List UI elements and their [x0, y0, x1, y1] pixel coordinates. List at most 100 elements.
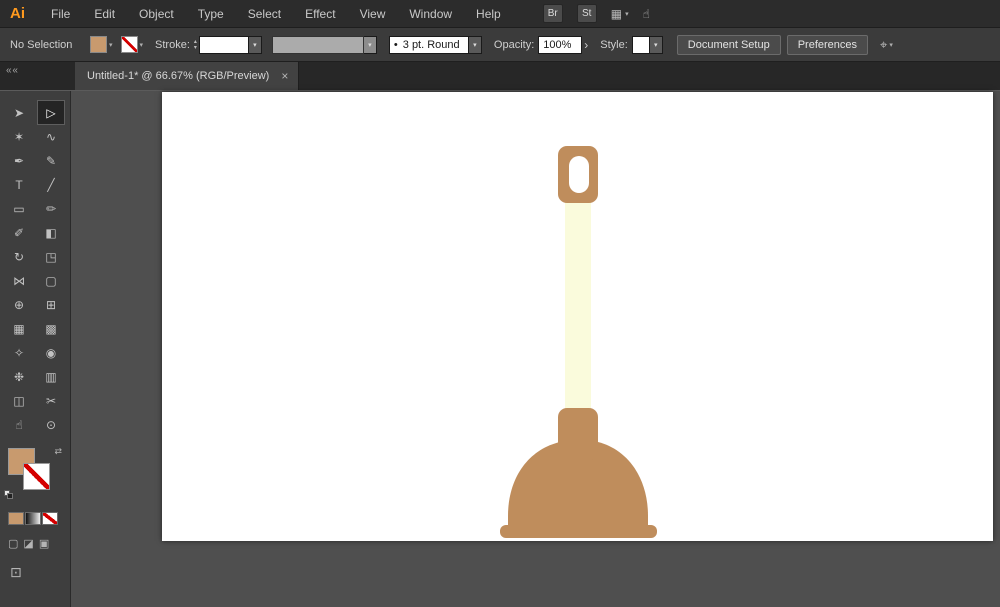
collapse-panel-icon[interactable]: « « — [0, 62, 71, 90]
plunger-handle-hole[interactable] — [569, 156, 589, 193]
tab-close-icon[interactable]: × — [281, 69, 288, 83]
rotate-tool[interactable]: ↻ — [6, 245, 32, 268]
blend-tool[interactable]: ◉ — [38, 341, 64, 364]
opacity-flyout-arrow[interactable]: › — [584, 38, 588, 52]
plunger-artwork[interactable] — [162, 92, 993, 541]
mesh-tool[interactable]: ▦ — [6, 317, 32, 340]
hand-tool[interactable]: ☝ — [6, 413, 32, 436]
paintbrush-tool[interactable]: ✏ — [38, 197, 64, 220]
scale-tool[interactable]: ◳ — [38, 245, 64, 268]
plunger-neck[interactable] — [558, 408, 598, 460]
stroke-weight-input[interactable] — [198, 35, 249, 54]
color-mode-buttons — [8, 512, 70, 525]
rectangle-tool[interactable]: ▭ — [6, 197, 32, 220]
control-bar: No Selection ▾ ▾ Stroke: ▴ ▾ ▾ ▾ • 3 pt.… — [0, 28, 1000, 62]
curvature-tool[interactable]: ✎ — [38, 149, 64, 172]
color-button[interactable] — [8, 512, 24, 525]
touch-workspace-icon[interactable]: ☝ — [643, 7, 650, 21]
eraser-tool[interactable]: ◧ — [38, 221, 64, 244]
plunger-stick[interactable] — [565, 200, 591, 412]
fill-color-control[interactable]: ▾ — [90, 36, 113, 53]
stroke-weight-dropdown[interactable]: ▾ — [248, 35, 262, 54]
bridge-button[interactable]: Br — [542, 4, 563, 23]
menu-item-type[interactable]: Type — [186, 7, 236, 21]
stroke-color-control[interactable]: ▾ — [120, 36, 144, 53]
document-tab[interactable]: Untitled-1* @ 66.67% (RGB/Preview) × — [75, 62, 300, 90]
fill-color-swatch[interactable] — [90, 36, 107, 53]
variable-width-profile-select — [271, 35, 364, 54]
style-label: Style: — [600, 38, 628, 51]
draw-inside-button[interactable]: ▣ — [39, 537, 49, 550]
menu-bar: Ai File Edit Object Type Select Effect View Win… — [0, 0, 1000, 28]
arrange-documents-button[interactable]: ▦ ▾ — [611, 7, 629, 21]
selection-status: No Selection — [10, 38, 73, 51]
free-transform-tool[interactable]: ▢ — [38, 269, 64, 292]
chevron-down-icon[interactable]: ▾ — [889, 41, 893, 49]
preferences-button[interactable]: Preferences — [786, 34, 869, 55]
perspective-grid-tool[interactable]: ⊞ — [38, 293, 64, 316]
none-button[interactable] — [42, 512, 58, 525]
tools-panel: ➤ ▷ ✶ ∿ ✒ ✎ T ╱ ▭ ✏ ✐ ◧ ↻ ◳ ⋈ ▢ ⊕ ⊞ ▦ ▩ ✧ ◉ ❉ ▥ ◫ ✂ ☝ ⊙ ⇄ ▢ ◪ ▣ ⊡ — [0, 91, 71, 607]
lasso-tool[interactable]: ∿ — [38, 125, 64, 148]
line-segment-tool[interactable]: ╱ — [38, 173, 64, 196]
shape-builder-tool[interactable]: ⊕ — [6, 293, 32, 316]
chevron-down-icon[interactable]: ▾ — [140, 41, 144, 49]
document-setup-button[interactable]: Document Setup — [676, 34, 781, 55]
menu-item-object[interactable]: Object — [127, 7, 186, 21]
menu-item-file[interactable]: File — [39, 7, 82, 21]
style-swatch[interactable] — [631, 35, 650, 54]
gradient-button[interactable] — [25, 512, 41, 525]
shaper-tool[interactable]: ✐ — [6, 221, 32, 244]
canvas-area[interactable] — [71, 91, 1000, 607]
stroke-weight-stepper[interactable]: ▴ ▾ — [194, 39, 197, 51]
screen-mode-button[interactable]: ⊡ — [10, 564, 70, 581]
menu-item-edit[interactable]: Edit — [82, 7, 127, 21]
tools-grid: ➤ ▷ ✶ ∿ ✒ ✎ T ╱ ▭ ✏ ✐ ◧ ↻ ◳ ⋈ ▢ ⊕ ⊞ ▦ ▩ ✧ ◉ ❉ ▥ ◫ ✂ ☝ ⊙ — [0, 100, 70, 436]
chevron-down-icon: ▾ — [625, 10, 629, 18]
main-menu: File Edit Object Type Select Effect View Window… — [39, 7, 513, 21]
brush-definition-value: 3 pt. Round — [402, 38, 460, 51]
document-tab-title: Untitled-1* @ 66.67% (RGB/Preview) — [87, 70, 270, 82]
artboard[interactable] — [162, 92, 993, 541]
stock-button[interactable]: St — [576, 4, 597, 23]
brush-definition-dropdown[interactable]: ▾ — [468, 35, 482, 54]
width-tool[interactable]: ⋈ — [6, 269, 32, 292]
menu-item-view[interactable]: View — [348, 7, 398, 21]
direct-selection-tool[interactable]: ▷ — [37, 100, 65, 125]
plunger-base[interactable] — [500, 525, 657, 538]
align-options-control[interactable]: ⌖ ▾ — [880, 37, 893, 53]
selection-tool[interactable]: ➤ — [6, 101, 32, 124]
menu-item-effect[interactable]: Effect — [293, 7, 347, 21]
swap-fill-stroke-icon[interactable]: ⇄ — [54, 446, 62, 457]
zoom-tool[interactable]: ⊙ — [38, 413, 64, 436]
pen-tool[interactable]: ✒ — [6, 149, 32, 172]
draw-behind-button[interactable]: ◪ — [23, 537, 33, 550]
slice-tool[interactable]: ✂ — [38, 389, 64, 412]
drawing-mode-buttons: ▢ ◪ ▣ — [8, 537, 70, 550]
opacity-input[interactable]: 100% — [538, 35, 583, 54]
align-options-icon[interactable]: ⌖ — [880, 37, 887, 53]
arrange-documents-icon: ▦ — [610, 6, 623, 21]
app-logo: Ai — [10, 5, 25, 22]
style-dropdown[interactable]: ▾ — [649, 35, 663, 54]
draw-normal-button[interactable]: ▢ — [8, 537, 18, 550]
menu-item-window[interactable]: Window — [397, 7, 464, 21]
artboard-tool[interactable]: ◫ — [6, 389, 32, 412]
stroke-none-swatch[interactable] — [120, 36, 138, 53]
gradient-tool[interactable]: ▩ — [38, 317, 64, 340]
opacity-label: Opacity: — [493, 38, 535, 51]
variable-width-profile-dropdown: ▾ — [363, 35, 377, 54]
eyedropper-tool[interactable]: ✧ — [6, 341, 32, 364]
magic-wand-tool[interactable]: ✶ — [6, 125, 32, 148]
brush-definition-select[interactable]: • 3 pt. Round — [388, 35, 469, 54]
stepper-down-icon[interactable]: ▾ — [194, 45, 197, 51]
type-tool[interactable]: T — [6, 173, 32, 196]
menu-item-help[interactable]: Help — [464, 7, 513, 21]
menu-item-select[interactable]: Select — [236, 7, 293, 21]
default-fill-stroke-icon[interactable] — [4, 490, 14, 500]
chevron-down-icon[interactable]: ▾ — [109, 41, 113, 49]
brush-bullet-icon: • — [393, 38, 398, 51]
stroke-swatch[interactable] — [23, 463, 50, 490]
symbol-sprayer-tool[interactable]: ❉ — [6, 365, 32, 388]
column-graph-tool[interactable]: ▥ — [38, 365, 64, 388]
